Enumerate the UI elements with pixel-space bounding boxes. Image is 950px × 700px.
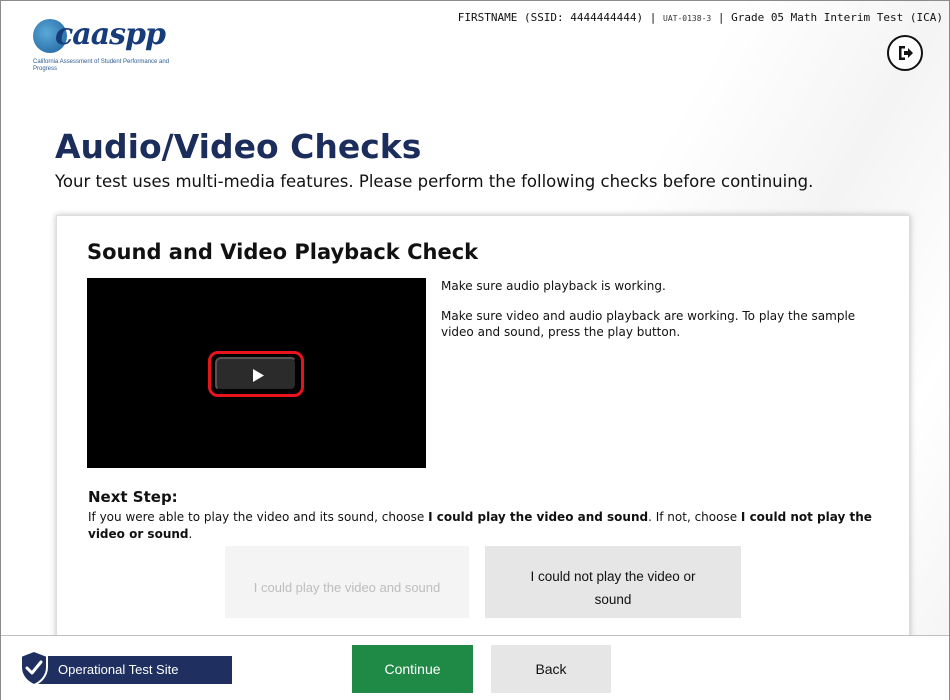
play-button-highlight bbox=[208, 351, 304, 397]
separator: | bbox=[711, 11, 732, 24]
next-step-heading: Next Step: bbox=[88, 488, 178, 506]
play-button[interactable] bbox=[215, 357, 297, 391]
page-subtitle: Your test uses multi-media features. Ple… bbox=[55, 172, 814, 191]
student-info: FIRSTNAME (SSID: 4444444444) bbox=[457, 11, 644, 24]
back-button[interactable]: Back bbox=[491, 645, 611, 693]
could-play-button[interactable]: I could play the video and sound bbox=[225, 546, 469, 618]
check-title: Sound and Video Playback Check bbox=[87, 240, 479, 264]
test-info: FIRSTNAME (SSID: 4444444444) | UAT-0138-… bbox=[458, 11, 943, 24]
logout-button[interactable] bbox=[887, 35, 923, 71]
site-label: Operational Test Site bbox=[58, 662, 179, 677]
app-window: caaspp California Assessment of Student … bbox=[0, 0, 950, 700]
next-step-text-part: . bbox=[188, 527, 193, 541]
next-step-text-part: If you were able to play the video and i… bbox=[88, 510, 429, 524]
continue-button[interactable]: Continue bbox=[352, 645, 473, 693]
logout-icon bbox=[899, 46, 913, 60]
test-name: Grade 05 Math Interim Test (ICA) bbox=[731, 11, 943, 24]
separator: | bbox=[643, 11, 664, 24]
logo-subtitle: California Assessment of Student Perform… bbox=[33, 59, 170, 72]
operational-test-site-badge: Operational Test Site bbox=[33, 656, 232, 684]
video-instruction: Make sure video and audio playback are w… bbox=[441, 309, 856, 339]
page-title: Audio/Video Checks bbox=[55, 127, 422, 166]
sample-video-player[interactable] bbox=[87, 278, 426, 468]
footer-bar: Operational Test Site Continue Back bbox=[1, 635, 949, 700]
caaspp-logo: caaspp California Assessment of Student … bbox=[33, 17, 169, 79]
shield-check-icon bbox=[20, 650, 48, 686]
next-step-text-part: . If not, choose bbox=[648, 510, 741, 524]
playback-check-card: Sound and Video Playback Check Make sure… bbox=[56, 215, 910, 657]
could-not-play-button[interactable]: I could not play the video or sound bbox=[485, 546, 741, 618]
next-step-text-bold: I could play the video and sound bbox=[428, 510, 649, 524]
audio-instruction: Make sure audio playback is working. bbox=[441, 279, 666, 293]
play-icon bbox=[253, 369, 264, 382]
session-code: UAT-0138-3 bbox=[663, 14, 712, 23]
logo-wordmark: caaspp bbox=[55, 17, 166, 52]
next-step-text: If you were able to play the video and i… bbox=[88, 509, 878, 543]
